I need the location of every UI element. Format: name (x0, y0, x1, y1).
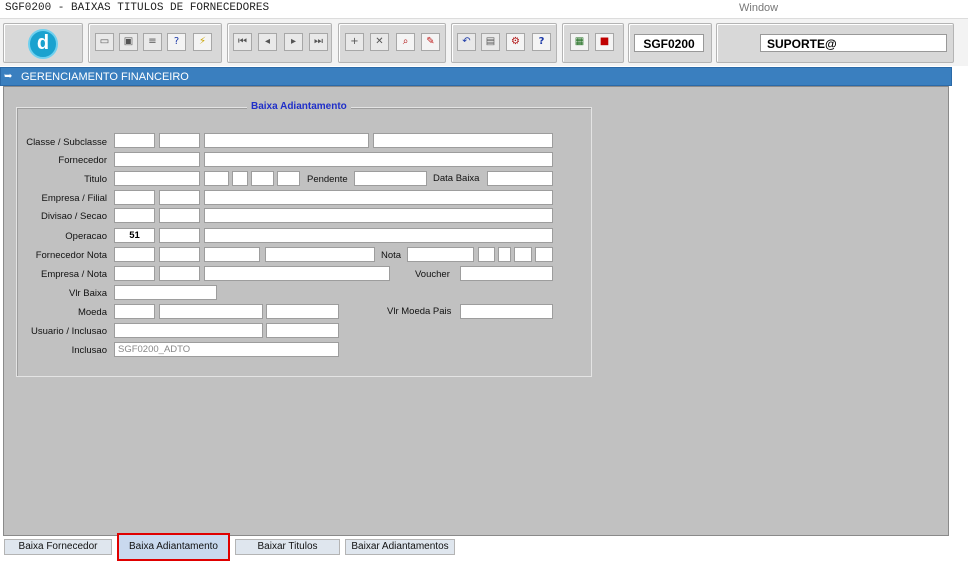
titulo-extra-field[interactable] (277, 171, 300, 186)
voucher-field[interactable] (460, 266, 553, 281)
module-header: ➥ GERENCIAMENTO FINANCEIRO (0, 67, 952, 86)
search-record-icon[interactable]: ⌕ (396, 33, 415, 51)
module-arrow-icon: ➥ (4, 71, 13, 82)
fornecedor-name-field[interactable] (204, 152, 553, 167)
empresa-nota-filial-field[interactable] (159, 266, 200, 281)
form-panel: Baixa Adiantamento Classe / Subclasse Fo… (3, 86, 949, 536)
previous-record-icon[interactable]: ◂ (258, 33, 277, 51)
classe-desc-field[interactable] (204, 133, 369, 148)
edit-icon[interactable]: ✎ (421, 33, 440, 51)
classe-field[interactable] (114, 133, 155, 148)
titulo-tipo-field[interactable] (251, 171, 274, 186)
divisao-field[interactable] (114, 208, 155, 223)
operacao-field[interactable]: 51 (114, 228, 155, 243)
user-field: SUPORTE@ (760, 34, 947, 52)
insert-record-icon[interactable]: + (345, 33, 364, 51)
fornecedor-code-field[interactable] (114, 152, 200, 167)
moeda-taxa-field[interactable] (266, 304, 339, 319)
operacao-sub-field[interactable] (159, 228, 200, 243)
nota-field[interactable] (407, 247, 474, 262)
empresa-filial-label: Empresa / Filial (41, 193, 107, 204)
undo-icon[interactable]: ↶ (457, 33, 476, 51)
tab-baixa-adiantamento[interactable]: Baixa Adiantamento (117, 533, 230, 561)
data-baixa-field[interactable] (487, 171, 553, 186)
divisao-secao-label: Divisao / Secao (40, 211, 107, 222)
subclasse-desc-field[interactable] (373, 133, 553, 148)
nota-tipo-field[interactable] (535, 247, 553, 262)
empresa-nota-label: Empresa / Nota (41, 269, 107, 280)
classe-subclasse-label: Classe / Subclasse (26, 137, 107, 148)
titulo-serie-field[interactable] (204, 171, 229, 186)
moeda-label: Moeda (77, 307, 107, 318)
help-query-icon[interactable]: ? (167, 33, 186, 51)
empresa-filial-desc-field[interactable] (204, 190, 553, 205)
nota-label: Nota (381, 250, 402, 261)
filial-field[interactable] (159, 190, 200, 205)
data-baixa-label: Data Baixa (433, 173, 480, 184)
module-title: GERENCIAMENTO FINANCEIRO (21, 71, 189, 83)
vlr-moeda-pais-field[interactable] (460, 304, 553, 319)
nota-serie-field[interactable] (478, 247, 495, 262)
app-logo-icon: d (28, 29, 58, 59)
tab-baixar-titulos[interactable]: Baixar Titulos (235, 539, 340, 555)
inclusao-label: Inclusao (71, 345, 107, 356)
pendente-label: Pendente (307, 174, 348, 185)
moeda-desc-field[interactable] (159, 304, 263, 319)
titulo-field[interactable] (114, 171, 200, 186)
empresa-nota-desc-field[interactable] (204, 266, 390, 281)
exit-icon[interactable]: ■ (595, 33, 614, 51)
tab-bar: Baixa Fornecedor Baixa Adiantamento Baix… (0, 533, 968, 561)
fornecedor-nota-code-field[interactable] (114, 247, 155, 262)
fornecedor-nota-sub-field[interactable] (159, 247, 200, 262)
titulo-parcela-field[interactable] (232, 171, 248, 186)
vlr-baixa-field[interactable] (114, 285, 217, 300)
pendente-field[interactable] (354, 171, 427, 186)
divisao-secao-desc-field[interactable] (204, 208, 553, 223)
nota-parcela-field[interactable] (514, 247, 532, 262)
execute-query-icon[interactable]: ⚡ (193, 33, 212, 51)
title-bar: SGF0200 - BAIXAS TITULOS DE FORNECEDORES… (0, 0, 968, 17)
fornecedor-label: Fornecedor (58, 155, 107, 166)
inclusao-field[interactable]: SGF0200_ADTO (114, 342, 339, 357)
window-icon[interactable]: ▣ (119, 33, 138, 51)
data-inclusao-field[interactable] (266, 323, 339, 338)
print-icon[interactable]: ≡ (143, 33, 162, 51)
operacao-label: Operacao (65, 231, 107, 242)
usuario-inclusao-label: Usuario / Inclusao (30, 326, 107, 337)
fornecedor-nota-extra-field[interactable] (204, 247, 260, 262)
nota-sub-field[interactable] (498, 247, 511, 262)
usuario-field[interactable] (114, 323, 263, 338)
clipboard-icon[interactable]: ▤ (481, 33, 500, 51)
empresa-field[interactable] (114, 190, 155, 205)
moeda-code-field[interactable] (114, 304, 155, 319)
secao-field[interactable] (159, 208, 200, 223)
subclasse-field[interactable] (159, 133, 200, 148)
vlr-baixa-label: Vlr Baixa (68, 288, 107, 299)
tab-baixa-fornecedor[interactable]: Baixa Fornecedor (4, 539, 112, 555)
first-record-icon[interactable]: ⏮ (233, 33, 252, 51)
voucher-label: Voucher (415, 269, 450, 280)
fornecedor-nota-label: Fornecedor Nota (35, 250, 107, 261)
program-code-field: SGF0200 (634, 34, 704, 52)
vlr-moeda-pais-label: Vlr Moeda Pais (387, 306, 452, 317)
delete-record-icon[interactable]: ✕ (370, 33, 389, 51)
titulo-label: Titulo (84, 174, 107, 185)
tools-icon[interactable]: ⚙ (506, 33, 525, 51)
window-title: SGF0200 - BAIXAS TITULOS DE FORNECEDORES (5, 2, 270, 14)
empresa-nota-field[interactable] (114, 266, 155, 281)
operacao-desc-field[interactable] (204, 228, 553, 243)
help-icon[interactable]: ? (532, 33, 551, 51)
menu-icon[interactable]: ▦ (570, 33, 589, 51)
tab-baixar-adiantamentos[interactable]: Baixar Adiantamentos (345, 539, 455, 555)
next-record-icon[interactable]: ▸ (284, 33, 303, 51)
window-menu[interactable]: Window (739, 2, 778, 14)
group-title: Baixa Adiantamento (247, 101, 351, 112)
save-icon[interactable]: ▭ (95, 33, 114, 51)
fornecedor-nota-name-field[interactable] (265, 247, 375, 262)
last-record-icon[interactable]: ⏭ (309, 33, 328, 51)
